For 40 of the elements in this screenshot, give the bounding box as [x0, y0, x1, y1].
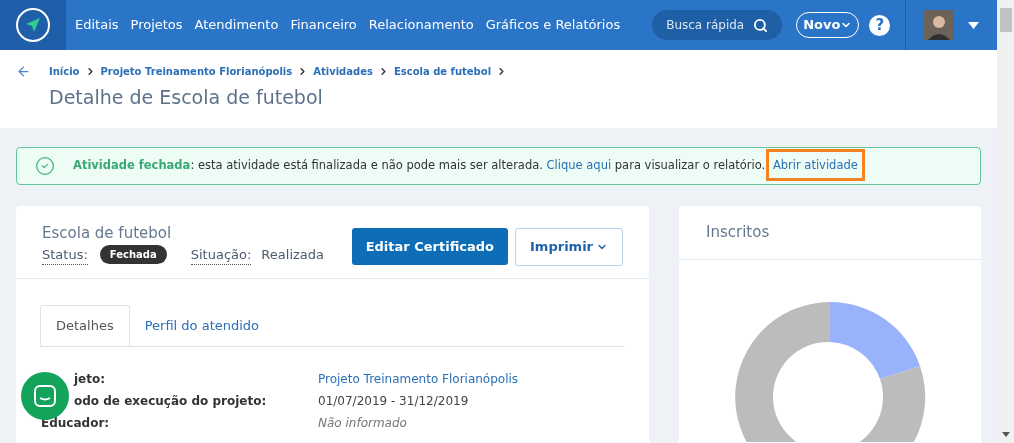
- field-label: Educador:: [41, 414, 111, 432]
- field-value: 01/07/2019 - 31/12/2019: [318, 392, 469, 410]
- situation-label: Situação:: [190, 244, 252, 265]
- scroll-down-icon[interactable]: [1001, 432, 1010, 437]
- breadcrumb-link[interactable]: Atividades: [313, 64, 373, 79]
- card-title: Inscritos: [706, 222, 770, 244]
- nav-link[interactable]: Editais: [75, 15, 119, 35]
- breadcrumb-link[interactable]: Escola de futebol: [393, 64, 492, 79]
- link[interactable]: Clique aqui: [546, 158, 612, 173]
- status-badge: Fechada: [99, 245, 167, 265]
- breadcrumb-link[interactable]: Projeto Treinamento Florianópolis: [100, 64, 293, 79]
- field-label: odo de execução do projeto:: [74, 392, 268, 410]
- nav-link[interactable]: Gráficos e Relatórios: [485, 15, 621, 35]
- nav-link[interactable]: Relacionamento: [368, 15, 474, 35]
- check-circle-icon: [35, 156, 55, 176]
- scrollbar[interactable]: [997, 0, 1014, 443]
- caret-icon[interactable]: [968, 21, 979, 29]
- tab[interactable]: Perfil do atendido: [129, 305, 275, 346]
- project-link[interactable]: Projeto Treinamento Florianópolis: [318, 369, 519, 388]
- tab[interactable]: Detalhes: [40, 305, 130, 346]
- field-label: jeto:: [74, 370, 107, 388]
- search-icon[interactable]: [753, 17, 769, 33]
- help-button[interactable]: ?: [869, 14, 891, 36]
- activity-name: Escola de futebol: [42, 223, 173, 244]
- scrollbar-thumb[interactable]: [999, 8, 1012, 32]
- print-dropdown-button[interactable]: Imprimir: [515, 228, 623, 266]
- logo-icon[interactable]: [0, 0, 66, 50]
- page-title: Detalhe de Escola de futebol: [49, 85, 324, 110]
- nav-link[interactable]: Projetos: [130, 15, 183, 35]
- search-field[interactable]: Busca rápida: [666, 16, 753, 34]
- situation-value: Realizada: [261, 246, 324, 264]
- avatar[interactable]: [924, 10, 954, 40]
- status-label: Status:: [42, 244, 88, 265]
- nav-link[interactable]: Atendimento: [194, 15, 279, 35]
- edit-certificate-button[interactable]: Editar Certificado: [351, 228, 509, 265]
- breadcrumb-link[interactable]: Início: [49, 64, 80, 79]
- search-bar[interactable]: Busca rápida: [652, 10, 783, 40]
- field-value: Não informado: [318, 414, 407, 432]
- nav-link[interactable]: Financeiro: [290, 15, 357, 35]
- chat-icon: [34, 385, 56, 407]
